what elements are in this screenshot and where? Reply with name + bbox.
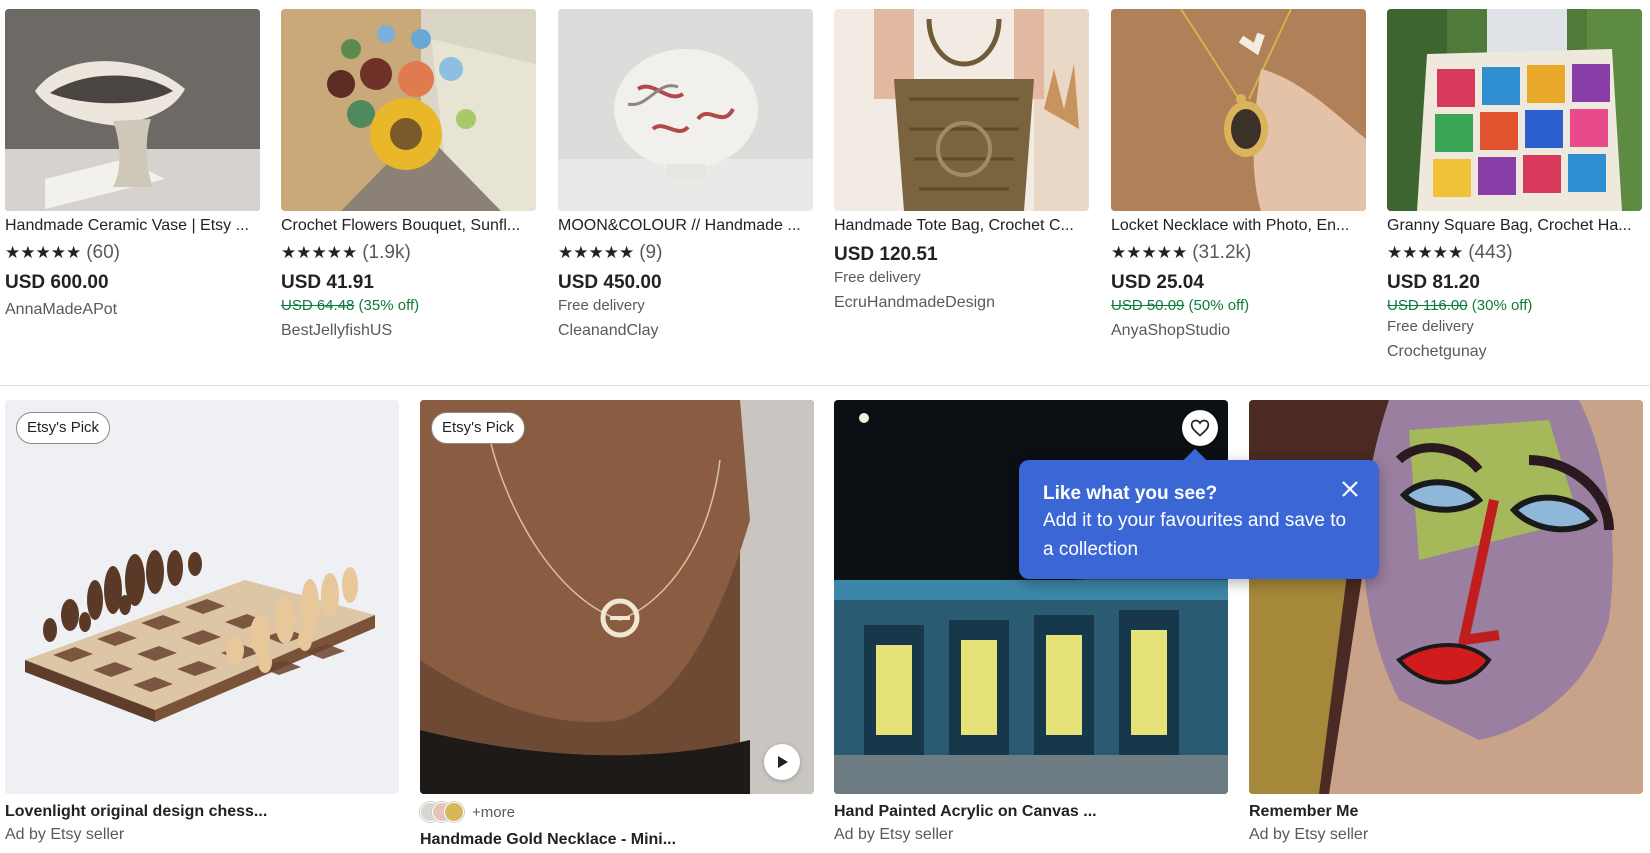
review-count: (443) — [1468, 242, 1513, 263]
listing-image[interactable] — [1387, 9, 1642, 211]
shop-name[interactable]: Crochetgunay — [1387, 342, 1642, 362]
rating: ★★★★★ (1.9k) — [281, 242, 536, 264]
review-count: (1.9k) — [362, 242, 411, 263]
section-divider — [0, 385, 1650, 386]
price: USD 25.04 — [1111, 272, 1204, 293]
listing-image[interactable] — [5, 9, 260, 211]
star-icon: ★★★★★ — [1387, 243, 1464, 262]
more-variants-link[interactable]: +more — [472, 804, 515, 821]
price: USD 81.20 — [1387, 272, 1480, 293]
listing-row-top: Handmade Ceramic Vase | Etsy ... ★★★★★ (… — [5, 9, 1645, 371]
discount-label: (35% off) — [358, 297, 420, 314]
close-icon[interactable] — [1337, 476, 1363, 502]
listing-title[interactable]: Handmade Tote Bag, Crochet C... — [834, 216, 1089, 236]
listing-title[interactable]: Hand Painted Acrylic on Canvas ... — [834, 802, 1228, 822]
price: USD 600.00 — [5, 272, 109, 293]
listing-image[interactable] — [1111, 9, 1366, 211]
ad-label: Ad by Etsy seller — [1249, 826, 1369, 843]
favourite-button[interactable] — [1182, 410, 1218, 446]
listing-card[interactable]: Crochet Flowers Bouquet, Sunfl... ★★★★★ … — [281, 9, 536, 341]
discount-label: (30% off) — [1471, 297, 1533, 314]
free-delivery: Free delivery — [834, 269, 921, 286]
tooltip-heading: Like what you see? — [1043, 483, 1218, 504]
listing-title[interactable]: Granny Square Bag, Crochet Ha... — [1387, 216, 1642, 236]
strikethrough-price: USD 64.48 — [281, 297, 355, 314]
shop-name[interactable]: EcruHandmadeDesign — [834, 293, 1089, 313]
price: USD 450.00 — [558, 272, 662, 293]
listing-image[interactable]: Etsy's Pick — [5, 400, 399, 794]
listing-title[interactable]: Locket Necklace with Photo, En... — [1111, 216, 1366, 236]
swatch[interactable] — [444, 802, 464, 822]
etsys-pick-badge: Etsy's Pick — [16, 412, 111, 444]
listing-title[interactable]: Crochet Flowers Bouquet, Sunfl... — [281, 216, 536, 236]
rating: ★★★★★ (9) — [558, 242, 813, 264]
listing-image[interactable] — [558, 9, 813, 211]
price: USD 41.91 — [281, 272, 374, 293]
listing-title[interactable]: Handmade Ceramic Vase | Etsy ... — [5, 216, 260, 236]
tooltip-body: Add it to your favourites and save to a … — [1043, 510, 1347, 560]
favourite-tooltip: Like what you see? Add it to your favour… — [1019, 460, 1379, 579]
listing-image[interactable] — [281, 9, 536, 211]
free-delivery: Free delivery — [558, 297, 645, 314]
strikethrough-price: USD 50.09 — [1111, 297, 1185, 314]
listing-image[interactable] — [834, 9, 1089, 211]
shop-name[interactable]: AnnaMadeAPot — [5, 300, 260, 320]
listing-title[interactable]: Lovenlight original design chess... — [5, 802, 399, 822]
shop-name[interactable]: AnyaShopStudio — [1111, 321, 1366, 341]
ad-label: Ad by Etsy seller — [5, 826, 125, 843]
listing-title[interactable]: Remember Me — [1249, 802, 1643, 822]
original-price: USD 116.00 (30% off) — [1387, 297, 1642, 315]
star-icon: ★★★★★ — [281, 243, 358, 262]
strikethrough-price: USD 116.00 — [1387, 297, 1468, 314]
price: USD 120.51 — [834, 244, 938, 265]
rating: ★★★★★ (60) — [5, 242, 260, 264]
etsys-pick-badge: Etsy's Pick — [431, 412, 526, 444]
star-icon: ★★★★★ — [5, 243, 82, 262]
shop-name[interactable]: CleanandClay — [558, 321, 813, 341]
listing-card[interactable]: Etsy's Pick Lovenlight original design c… — [5, 400, 399, 845]
rating: ★★★★★ (31.2k) — [1111, 242, 1366, 264]
original-price: USD 50.09 (50% off) — [1111, 297, 1366, 315]
listing-card[interactable]: Handmade Tote Bag, Crochet C... USD 120.… — [834, 9, 1089, 313]
ad-label: Ad by Etsy seller — [834, 826, 954, 843]
listing-card[interactable]: MOON&COLOUR // Handmade ... ★★★★★ (9) US… — [558, 9, 813, 341]
listing-card[interactable]: Granny Square Bag, Crochet Ha... ★★★★★ (… — [1387, 9, 1642, 362]
original-price: USD 64.48 (35% off) — [281, 297, 536, 315]
color-swatches[interactable]: +more — [420, 802, 814, 822]
listing-title[interactable]: MOON&COLOUR // Handmade ... — [558, 216, 813, 236]
listing-card[interactable]: Etsy's Pick +more Handmade Gold Necklace… — [420, 400, 814, 850]
play-icon[interactable] — [764, 744, 800, 780]
shop-name[interactable]: BestJellyfishUS — [281, 321, 536, 341]
star-icon: ★★★★★ — [1111, 243, 1188, 262]
review-count: (60) — [86, 242, 120, 263]
free-delivery: Free delivery — [1387, 318, 1474, 335]
rating: ★★★★★ (443) — [1387, 242, 1642, 264]
listing-image[interactable]: Etsy's Pick — [420, 400, 814, 794]
discount-label: (50% off) — [1188, 297, 1250, 314]
listing-card[interactable]: Handmade Ceramic Vase | Etsy ... ★★★★★ (… — [5, 9, 260, 320]
listing-title[interactable]: Handmade Gold Necklace - Mini... — [420, 830, 814, 850]
heart-icon — [1190, 419, 1210, 437]
star-icon: ★★★★★ — [558, 243, 635, 262]
review-count: (9) — [639, 242, 663, 263]
listing-card[interactable]: Locket Necklace with Photo, En... ★★★★★ … — [1111, 9, 1366, 341]
review-count: (31.2k) — [1192, 242, 1252, 263]
